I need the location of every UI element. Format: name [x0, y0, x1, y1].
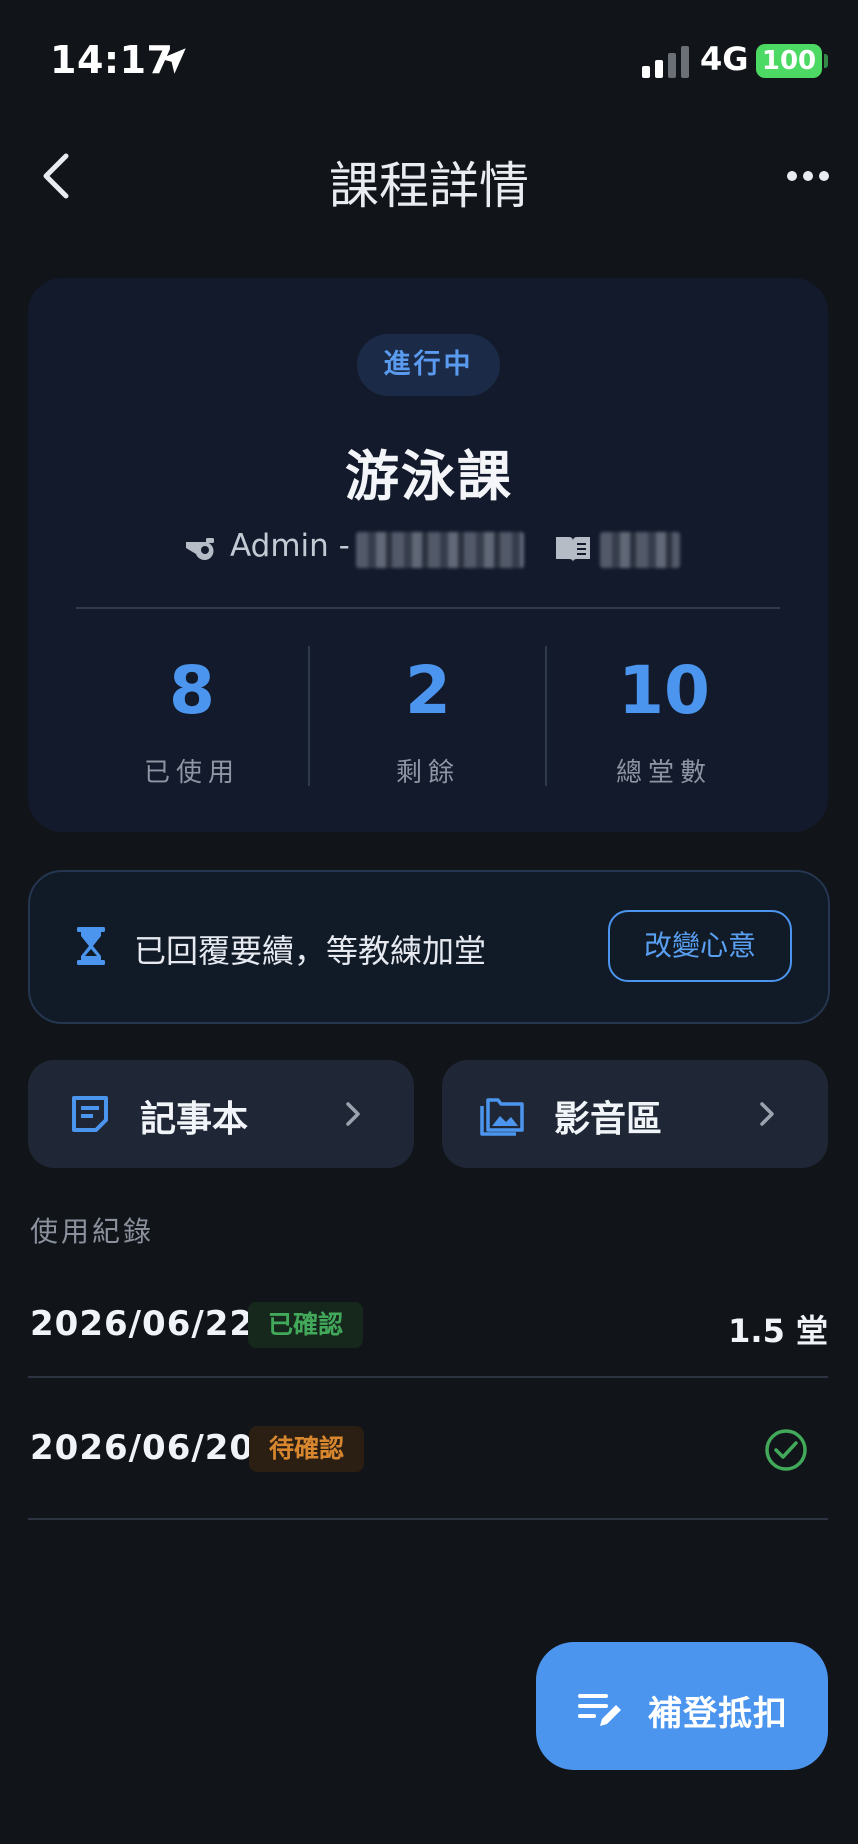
- network-type: 4G: [700, 40, 749, 78]
- chevron-right-icon: [760, 1102, 774, 1126]
- record-divider: [28, 1376, 828, 1378]
- record-date: 2026/06/22: [30, 1304, 255, 1344]
- page-title: 課程詳情: [329, 157, 529, 215]
- stat-remaining-value: 2: [405, 652, 451, 729]
- coach-name: Admin -: [230, 528, 350, 564]
- confirm-check-icon[interactable]: [764, 1428, 808, 1472]
- stat-remaining-label: 剩餘: [395, 758, 460, 788]
- stat-used-label: 已使用: [143, 758, 240, 788]
- record-divider: [28, 1518, 828, 1520]
- edit-list-icon: [578, 1694, 621, 1726]
- renewal-message: 已回覆要續，等教練加堂: [134, 932, 487, 970]
- battery-tip: [824, 54, 828, 68]
- stat-used-value: 8: [169, 652, 215, 729]
- record-status-badge: 已確認: [248, 1302, 364, 1348]
- stat-total-value: 10: [618, 652, 710, 729]
- gallery-icon: [480, 1098, 524, 1136]
- stat-total-label: 總堂數: [615, 758, 712, 788]
- add-deduction-label: 補登抵扣: [648, 1694, 788, 1734]
- redacted-course-info: [600, 532, 680, 568]
- redacted-coach-name: [356, 532, 524, 568]
- card-divider: [76, 607, 780, 609]
- signal-icon: [642, 46, 689, 78]
- chevron-right-icon: [346, 1102, 360, 1126]
- record-date: 2026/06/20: [30, 1428, 255, 1468]
- whistle-icon: [186, 538, 214, 560]
- status-time: 14:17: [50, 38, 174, 82]
- notebook-label: 記事本: [140, 1099, 249, 1140]
- course-name: 游泳課: [345, 445, 513, 508]
- battery-indicator: 100: [756, 44, 822, 78]
- media-gallery-label: 影音區: [554, 1099, 663, 1140]
- location-arrow-icon: [160, 48, 186, 74]
- status-badge: 進行中: [357, 334, 500, 396]
- change-mind-button[interactable]: 改變心意: [608, 910, 792, 982]
- record-amount: 1.5 堂: [728, 1312, 828, 1350]
- note-icon: [72, 1096, 108, 1132]
- hourglass-icon: [77, 927, 105, 965]
- record-status-badge: 待確認: [249, 1426, 365, 1472]
- section-title: 使用紀錄: [30, 1215, 155, 1248]
- more-options-icon[interactable]: [786, 166, 830, 186]
- book-icon: [556, 537, 590, 562]
